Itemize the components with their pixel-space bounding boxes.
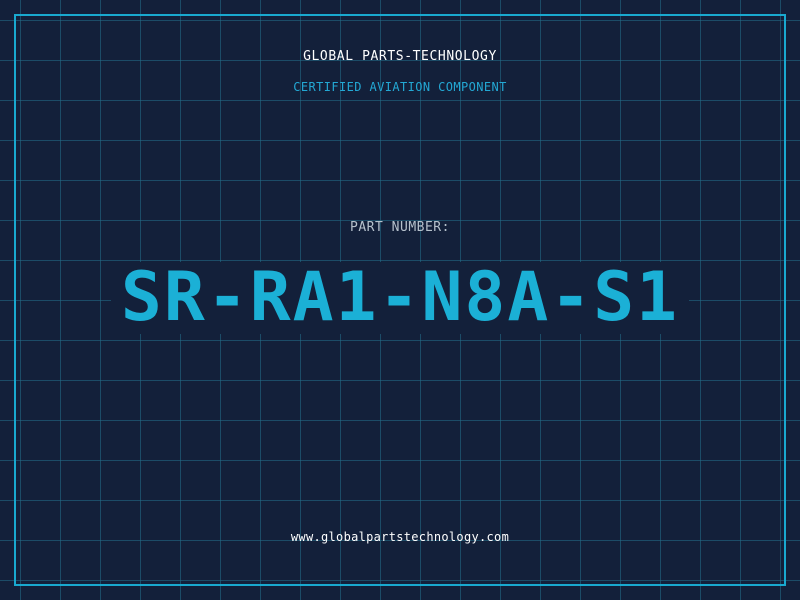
- part-number-container: SR-RA1-N8A-S1: [0, 262, 800, 334]
- part-number-value: SR-RA1-N8A-S1: [110, 262, 690, 334]
- part-label-page: { "header": { "company_name": "GLOBAL PA…: [0, 0, 800, 600]
- company-name: GLOBAL PARTS-TECHNOLOGY: [303, 49, 497, 64]
- part-number-label: PART NUMBER:: [350, 220, 450, 235]
- certification-tagline: CERTIFIED AVIATION COMPONENT: [293, 80, 507, 94]
- website-url: www.globalpartstechnology.com: [290, 530, 510, 544]
